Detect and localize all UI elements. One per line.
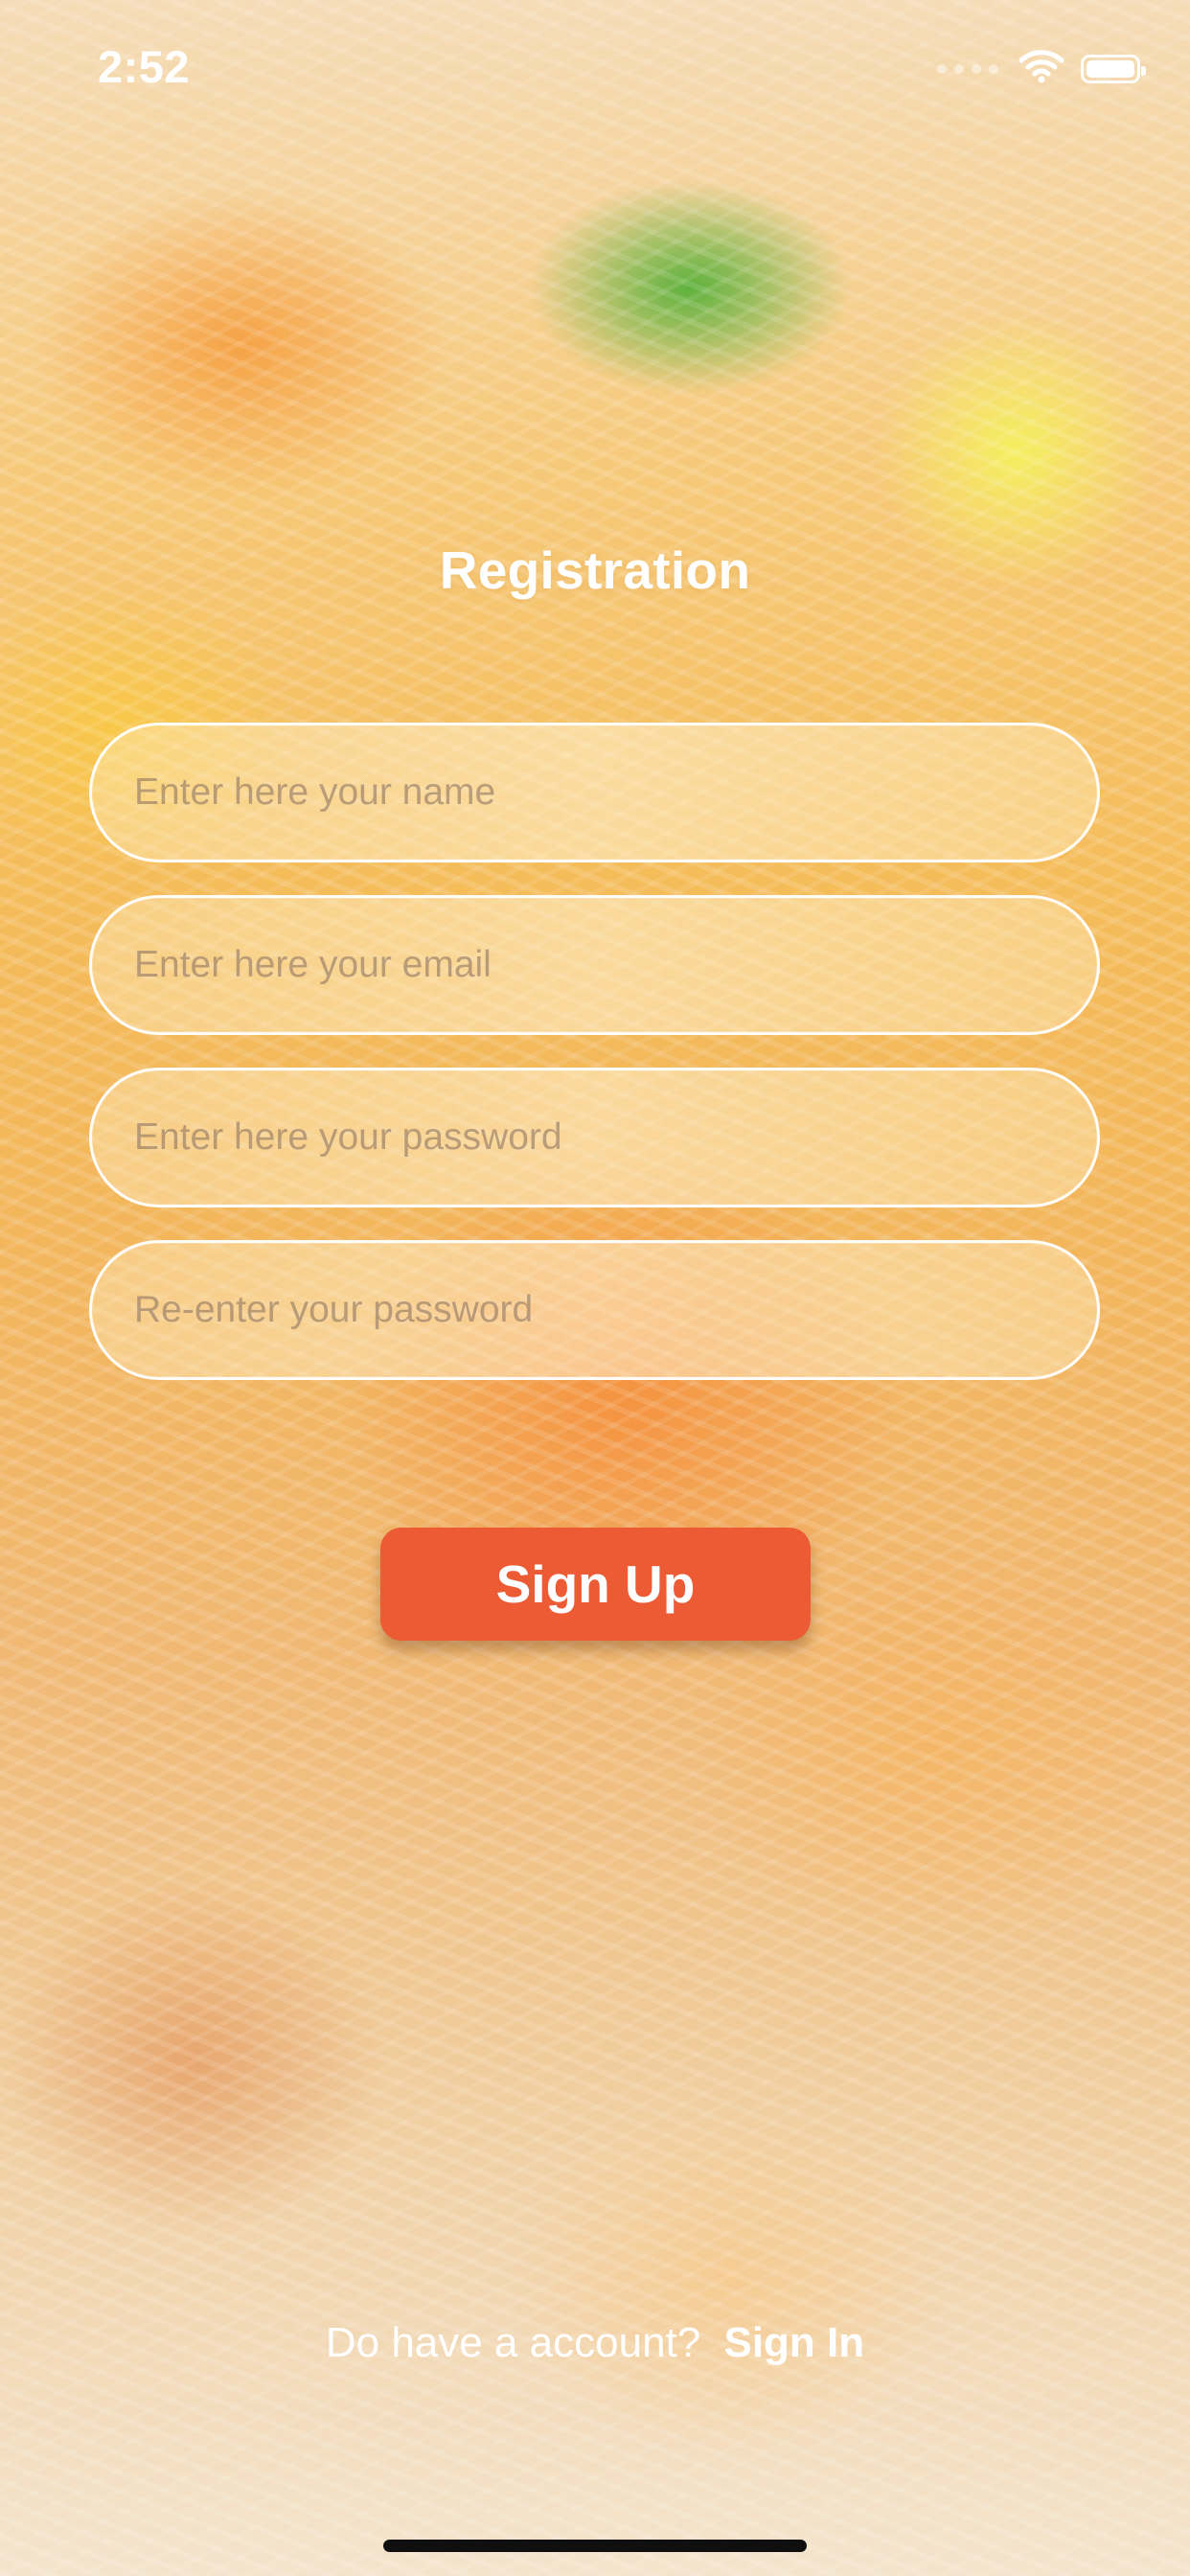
home-indicator [383, 2540, 807, 2552]
signal-dot [972, 63, 981, 74]
email-input[interactable] [92, 898, 1097, 1032]
signal-dot [937, 63, 947, 74]
signal-dot [989, 63, 998, 74]
sign-up-button[interactable]: Sign Up [380, 1528, 811, 1641]
status-bar: 2:52 [0, 0, 1190, 134]
password-field [89, 1068, 1100, 1208]
status-time: 2:52 [98, 41, 191, 92]
wifi-icon [1018, 48, 1065, 89]
name-input[interactable] [92, 725, 1097, 860]
name-field [89, 723, 1100, 862]
sign-in-link[interactable]: Sign In [723, 2319, 864, 2366]
battery-icon [1081, 54, 1146, 83]
registration-form [89, 723, 1100, 1413]
confirm-password-input[interactable] [92, 1243, 1097, 1377]
email-field [89, 895, 1100, 1035]
sign-in-footer: Do have a account? Sign In [0, 2319, 1190, 2367]
registration-screen: 2:52 Registration Enter here your name E… [0, 0, 1190, 2576]
password-input[interactable] [92, 1070, 1097, 1205]
page-title: Registration [439, 540, 751, 600]
signal-dots-icon [937, 63, 998, 74]
battery-fill [1087, 59, 1134, 78]
confirm-password-field [89, 1240, 1100, 1380]
signal-dot [954, 63, 964, 74]
account-prompt: Do have a account? [325, 2319, 701, 2366]
status-icons [937, 48, 1146, 89]
